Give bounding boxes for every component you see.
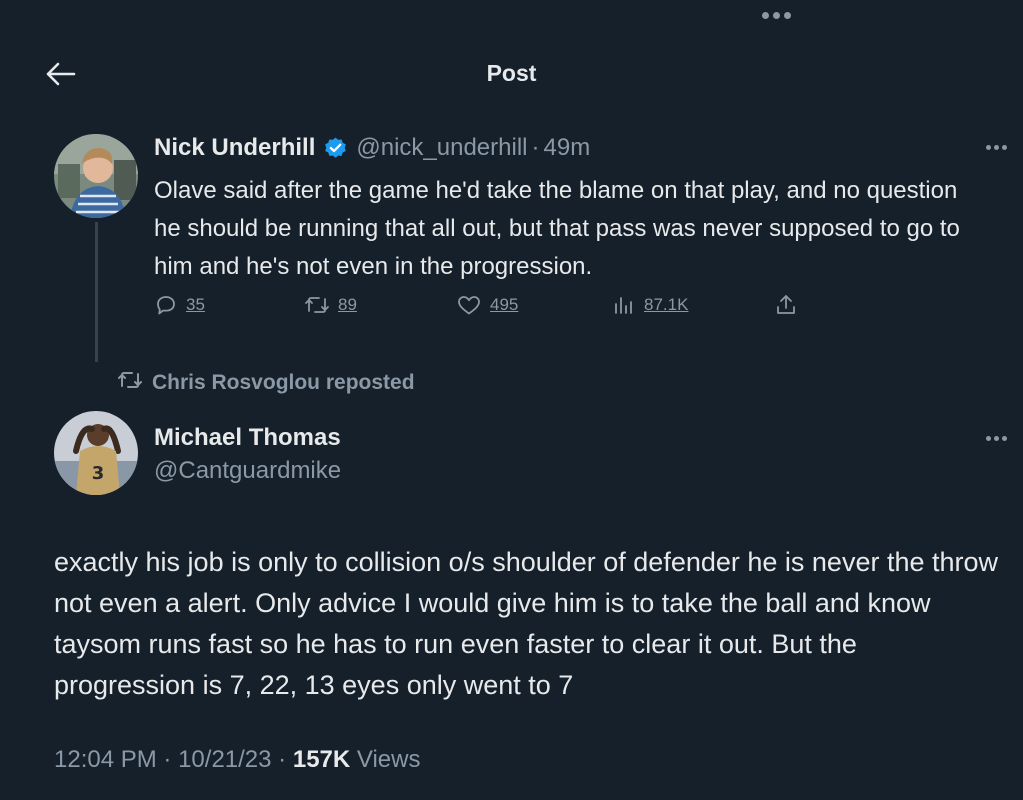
meta-separator: · [531, 134, 540, 161]
views-button[interactable]: 87.1K [612, 293, 688, 317]
views-label: Views [356, 746, 421, 773]
meta-separator: · [163, 746, 172, 773]
like-count: 495 [490, 295, 519, 314]
verified-badge-icon [323, 136, 348, 161]
post-meta: 12:04 PM · 10/21/23 · 157K Views [54, 746, 420, 774]
svg-text:3: 3 [92, 463, 105, 484]
main-tweet-text: exactly his job is only to collision o/s… [54, 547, 999, 700]
tweet-actions: 35 89 495 87.1K [154, 293, 814, 323]
repost-icon [116, 368, 144, 397]
reply-icon [154, 293, 178, 317]
views-count: 87.1K [644, 295, 689, 314]
post-time[interactable]: 12:04 PM [54, 746, 157, 773]
author-name[interactable]: Michael Thomas [154, 424, 341, 452]
avatar-nick-underhill[interactable] [54, 134, 138, 218]
author-name[interactable]: Nick Underhill [154, 134, 315, 162]
main-tweet-header: Michael Thomas [154, 424, 341, 452]
like-button[interactable]: 495 [456, 293, 518, 317]
author-handle[interactable]: @Cantguardmike [154, 457, 341, 485]
repost-banner-text[interactable]: Chris Rosvoglou reposted [152, 371, 415, 395]
more-icon[interactable] [986, 145, 1007, 150]
thread-line [95, 222, 98, 362]
quoted-tweet-header: Nick Underhill @nick_underhill · 49m [154, 134, 590, 162]
reply-count: 35 [186, 295, 205, 314]
quoted-tweet-text: Olave said after the game he'd take the … [154, 177, 960, 280]
share-icon [774, 293, 798, 317]
repost-button[interactable]: 89 [304, 293, 357, 317]
views-total: 157K [292, 746, 351, 773]
more-options-icon[interactable] [762, 12, 791, 19]
more-icon[interactable] [986, 436, 1007, 441]
author-handle[interactable]: @nick_underhill [356, 134, 527, 162]
meta-separator: · [278, 746, 287, 773]
views-icon [612, 293, 636, 317]
page-title: Post [486, 60, 537, 86]
repost-count: 89 [338, 295, 357, 314]
post-time[interactable]: 49m [544, 134, 591, 162]
like-icon [456, 293, 482, 317]
post-date[interactable]: 10/21/23 [178, 746, 271, 773]
share-button[interactable] [774, 293, 798, 317]
repost-icon [304, 293, 330, 317]
avatar-michael-thomas[interactable]: 3 [54, 411, 138, 495]
reply-button[interactable]: 35 [154, 293, 205, 317]
repost-banner: Chris Rosvoglou reposted [116, 368, 415, 397]
